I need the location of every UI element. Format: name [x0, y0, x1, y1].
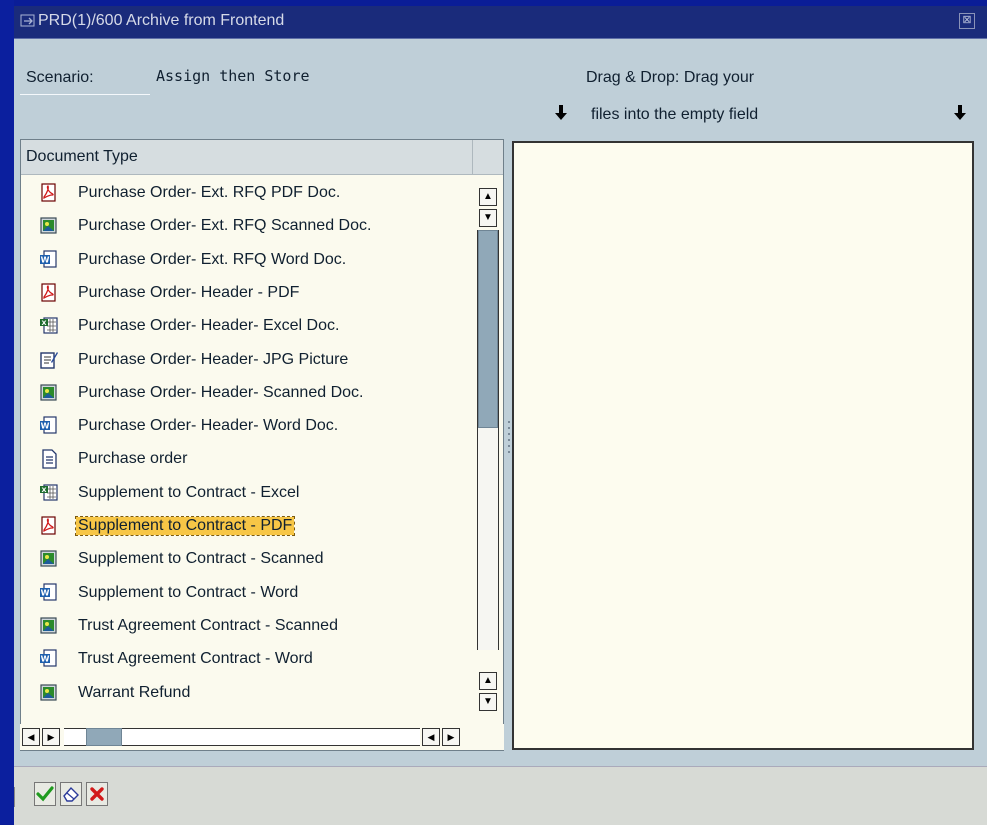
scanned-image-icon	[39, 549, 59, 569]
list-item[interactable]: X Purchase Order- Header- Excel Doc.	[21, 313, 473, 341]
drag-drop-hint-line1: Drag & Drop: Drag your	[586, 69, 755, 86]
scenario-label: Scenario:	[26, 69, 94, 86]
action-toolbar	[14, 766, 987, 825]
column-header-label: Document Type	[26, 148, 138, 165]
pdf-icon	[39, 183, 59, 203]
list-item[interactable]: W Trust Agreement Contract - Word	[21, 646, 473, 674]
close-button[interactable]: ⊠	[959, 13, 975, 29]
text-document-icon	[39, 449, 59, 470]
horizontal-scroll-thumb[interactable]	[86, 728, 122, 746]
list-item-label: Purchase Order- Header- Word Doc.	[78, 417, 339, 435]
list-item-label: Purchase Order- Header- JPG Picture	[78, 350, 349, 368]
svg-text:W: W	[41, 255, 50, 264]
drag-drop-hint-line2: files into the empty field	[591, 106, 759, 123]
list-item[interactable]: W Supplement to Contract - Word	[21, 580, 473, 608]
list-item-label: Trust Agreement Contract - Scanned	[78, 616, 338, 634]
word-icon: W	[39, 249, 59, 270]
list-item-label: Supplement to Contract - PDF	[74, 516, 296, 536]
list-item-label: Purchase Order- Header- Excel Doc.	[78, 317, 340, 335]
list-item[interactable]: Purchase Order- Header - PDF	[21, 280, 473, 308]
list-item-label: Purchase Order- Ext. RFQ Scanned Doc.	[78, 217, 372, 235]
scanned-image-icon	[39, 616, 59, 636]
list-item-label: Supplement to Contract - Scanned	[78, 550, 324, 568]
list-item[interactable]: W Purchase Order- Header- Word Doc.	[21, 413, 473, 441]
word-icon: W	[39, 416, 59, 436]
header-filler	[473, 140, 503, 175]
scanned-image-icon	[39, 383, 59, 403]
list-item-label: Purchase order	[78, 450, 188, 468]
list-item[interactable]: X Supplement to Contract - Excel	[21, 480, 473, 508]
column-header-document-type[interactable]: Document Type	[21, 140, 473, 175]
excel-icon: X	[39, 316, 59, 336]
scroll-left-button-secondary[interactable]: ◀	[422, 728, 440, 746]
scroll-left-button[interactable]: ◀	[22, 728, 40, 746]
window-menu-icon[interactable]	[20, 14, 36, 28]
scroll-right-button-secondary[interactable]: ▶	[442, 728, 460, 746]
svg-text:X: X	[41, 486, 46, 494]
list-item[interactable]: W Purchase Order- Ext. RFQ Word Doc.	[21, 247, 473, 275]
checkmark-icon	[36, 786, 54, 802]
pdf-icon	[39, 283, 59, 303]
word-icon: W	[39, 649, 59, 669]
list-item[interactable]: Purchase Order- Ext. RFQ PDF Doc.	[21, 180, 473, 208]
window-title: PRD(1)/600 Archive from Frontend	[38, 12, 285, 29]
jpg-picture-icon	[39, 350, 59, 370]
svg-text:W: W	[41, 588, 50, 597]
scroll-up-button-lower[interactable]: ▲	[479, 672, 497, 690]
list-item[interactable]: Purchase order	[21, 446, 473, 474]
list-item[interactable]: Supplement to Contract - Scanned	[21, 546, 473, 574]
scroll-thumb[interactable]	[478, 230, 498, 428]
scenario-value: Assign then Store	[156, 67, 310, 85]
list-item[interactable]: Warrant Refund	[21, 680, 473, 708]
list-item-label: Warrant Refund	[78, 683, 191, 701]
scenario-underline	[20, 94, 150, 95]
list-item[interactable]: Purchase Order- Header- JPG Picture	[21, 347, 473, 375]
excel-icon: X	[39, 483, 59, 503]
clear-button[interactable]	[60, 782, 82, 806]
file-drop-area[interactable]	[512, 141, 974, 750]
scroll-right-button[interactable]: ▶	[42, 728, 60, 746]
eraser-icon	[63, 786, 79, 802]
scroll-up-button[interactable]: ▲	[479, 188, 497, 206]
scanned-image-icon	[39, 216, 59, 236]
svg-text:W: W	[41, 655, 50, 664]
list-item-label: Supplement to Contract - Excel	[78, 483, 300, 501]
pdf-icon	[39, 516, 59, 536]
list-item[interactable]: Supplement to Contract - PDF	[21, 513, 473, 541]
list-item-label: Purchase Order- Header - PDF	[78, 283, 300, 301]
left-strip	[0, 0, 14, 824]
list-item-label: Supplement to Contract - Word	[78, 583, 299, 601]
list-item-label: Purchase Order- Header- Scanned Doc.	[78, 383, 364, 401]
scroll-down-button-lower[interactable]: ▼	[479, 693, 497, 711]
list-item-label: Purchase Order- Ext. RFQ PDF Doc.	[78, 184, 341, 201]
horizontal-scrollbar[interactable]: ◀ ▶ ◀ ▶	[20, 724, 504, 750]
list-item[interactable]: Purchase Order- Header- Scanned Doc.	[21, 380, 473, 408]
svg-text:X: X	[41, 319, 46, 327]
down-arrow-icon	[954, 105, 966, 126]
archive-dialog: PRD(1)/600 Archive from Frontend ⊠ Scena…	[14, 6, 987, 825]
title-bar: PRD(1)/600 Archive from Frontend ⊠	[14, 6, 987, 39]
vertical-scrollbar[interactable]: ▲ ▼ ▲ ▼	[477, 185, 499, 715]
cancel-button[interactable]	[86, 782, 108, 806]
list-item[interactable]: Purchase Order- Ext. RFQ Scanned Doc.	[21, 213, 473, 241]
down-arrow-icon	[555, 105, 567, 126]
document-type-list: Document Type Purchase Order- Ext. RFQ P…	[20, 139, 504, 751]
word-icon: W	[39, 582, 59, 603]
list-item-label: Purchase Order- Ext. RFQ Word Doc.	[78, 250, 347, 268]
toolbar-separator	[14, 787, 18, 807]
confirm-button[interactable]	[34, 782, 56, 806]
scroll-down-button[interactable]: ▼	[479, 209, 497, 227]
scanned-image-icon	[39, 683, 59, 703]
svg-text:W: W	[41, 422, 50, 431]
list-item[interactable]: Trust Agreement Contract - Scanned	[21, 613, 473, 641]
scenario-area: Scenario: Assign then Store Drag & Drop:…	[14, 39, 987, 131]
list-item-label: Trust Agreement Contract - Word	[78, 650, 313, 668]
cancel-x-icon	[90, 787, 104, 801]
